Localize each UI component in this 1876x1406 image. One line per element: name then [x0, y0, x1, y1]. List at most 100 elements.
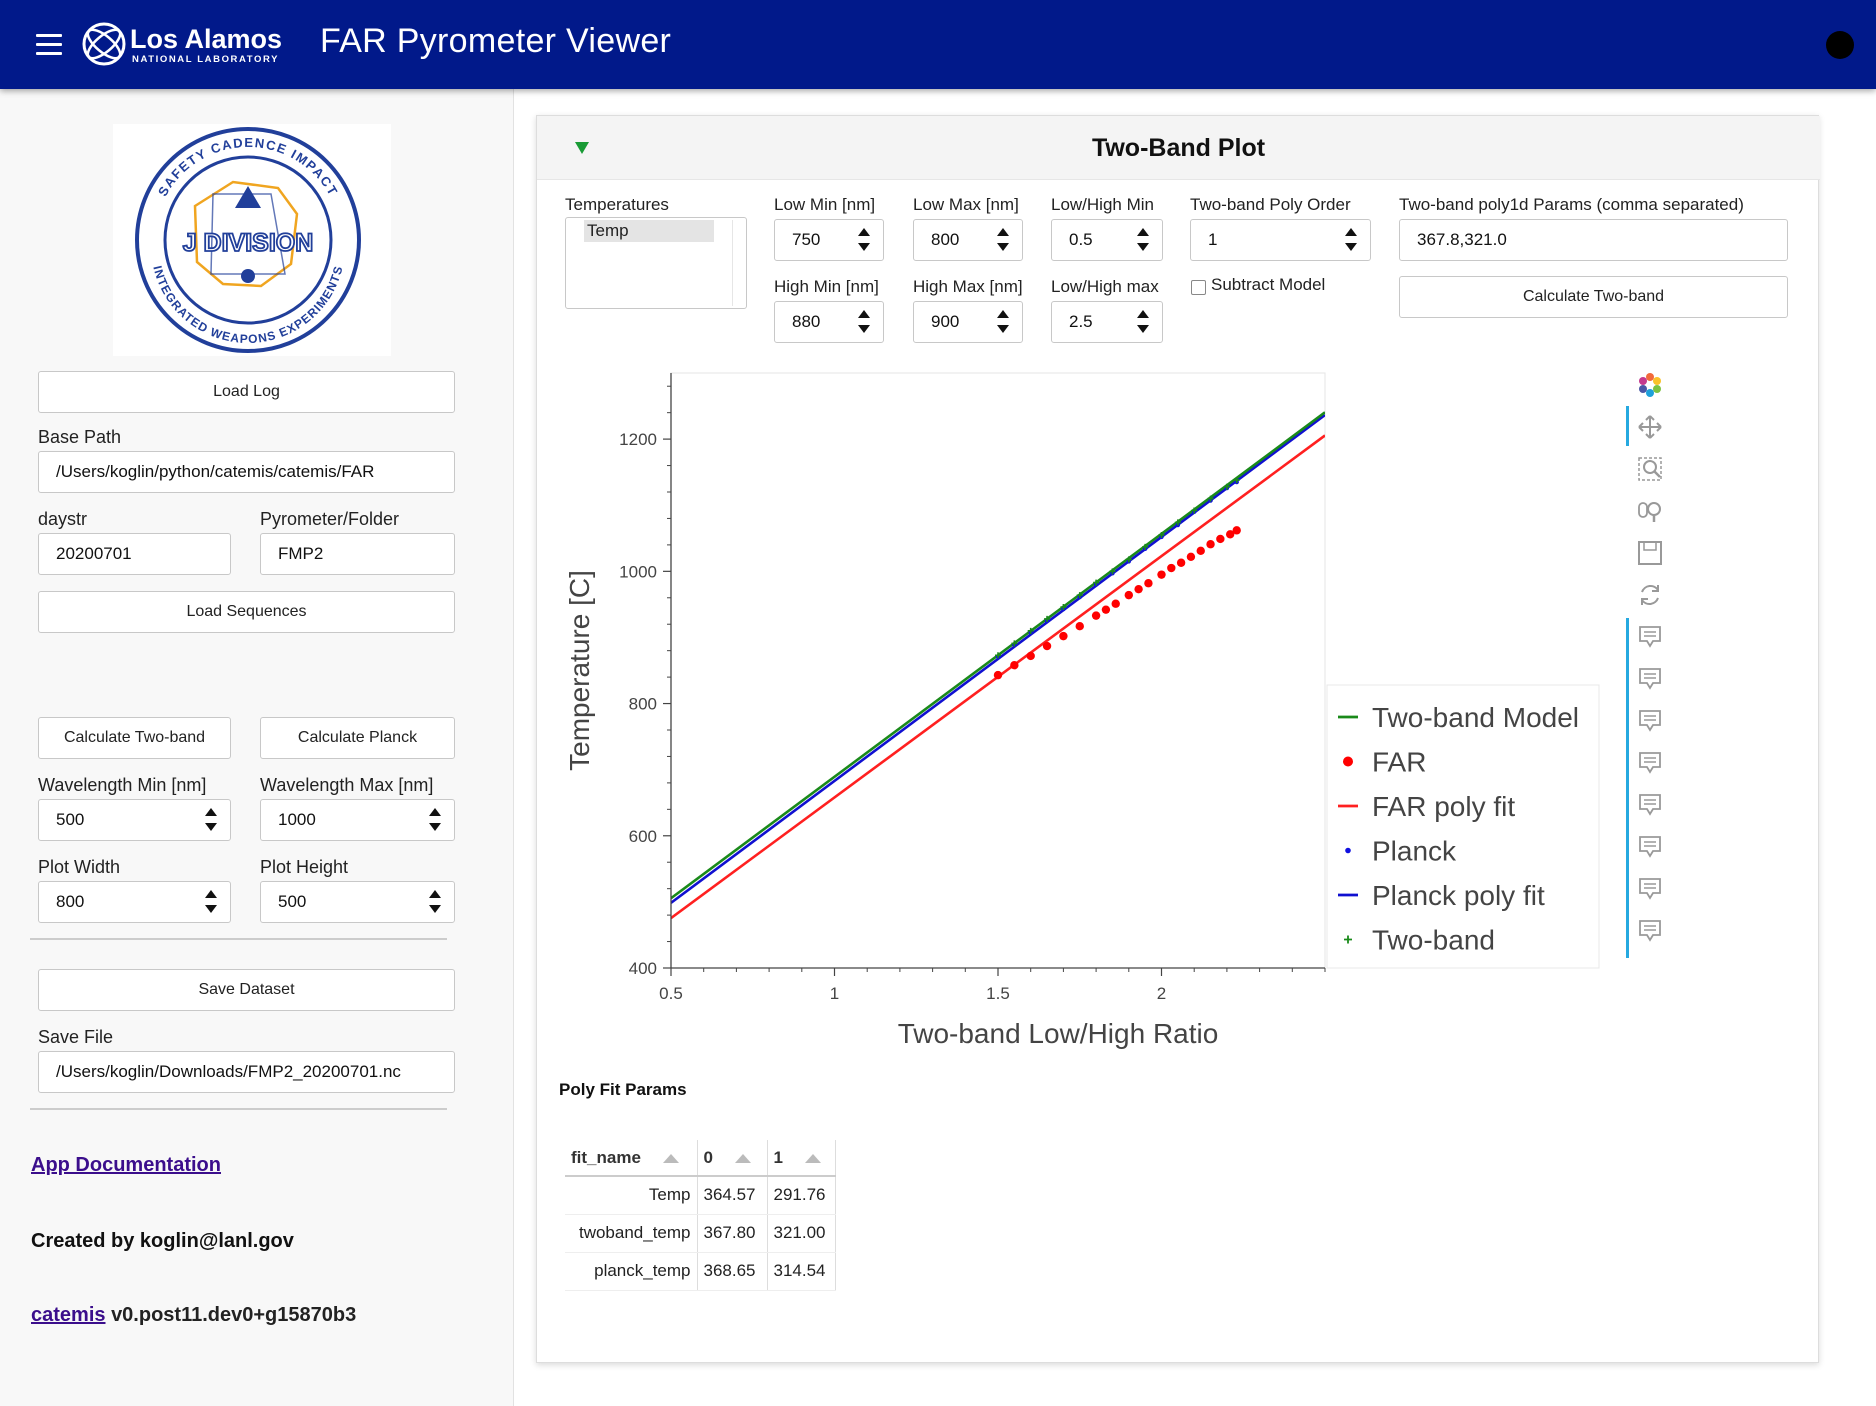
calculate-two-band-button[interactable]: Calculate Two-band [38, 717, 231, 759]
legend-label: Planck [1372, 836, 1457, 867]
load-sequences-button[interactable]: Load Sequences [38, 591, 455, 633]
hover-icon[interactable] [1637, 918, 1663, 944]
data-point-far [1101, 605, 1111, 614]
load-log-button[interactable]: Load Log [38, 371, 455, 413]
wavelength-max-value: 1000 [278, 810, 316, 829]
low-high-min-spinner[interactable]: 0.5 [1051, 219, 1163, 261]
y-tick-label: 800 [629, 695, 657, 714]
los-alamos-logo: Los Alamos NATIONAL LABORATORY [82, 22, 282, 66]
legend-label: FAR poly fit [1372, 791, 1515, 822]
spinner-arrows-icon[interactable] [857, 306, 871, 338]
two-band-chart[interactable]: 400 600 800 1000 1200 0.5 1 1.5 2 Two-band Low/Hi… [555, 360, 1735, 1060]
pyrometer-folder-input[interactable]: FMP2 [260, 533, 455, 575]
low-high-max-spinner[interactable]: 2.5 [1051, 301, 1163, 343]
app-documentation-link[interactable]: App Documentation [31, 1154, 221, 1177]
save-icon[interactable] [1637, 540, 1663, 566]
hover-icon[interactable] [1637, 834, 1663, 860]
column-header-0[interactable]: 0 [697, 1140, 768, 1177]
spinner-arrows-icon[interactable] [1136, 224, 1150, 256]
box-zoom-icon[interactable] [1637, 456, 1663, 482]
data-point-far [1042, 641, 1052, 651]
plot-height-spinner[interactable]: 500 [260, 881, 455, 923]
column-header-label: fit_name [571, 1147, 641, 1167]
spinner-arrows-icon[interactable] [996, 224, 1010, 256]
hover-icon[interactable] [1637, 708, 1663, 734]
temperatures-label: Temperatures [565, 195, 669, 214]
save-file-input[interactable]: /Users/koglin/Downloads/FMP2_20200701.nc [38, 1051, 455, 1093]
sidebar: SAFETY CADENCE IMPACT INTEGRATED WEAPONS… [0, 89, 514, 1406]
pyrometer-folder-label: Pyrometer/Folder [260, 509, 400, 529]
pan-icon[interactable] [1637, 414, 1663, 440]
wavelength-min-spinner[interactable]: 500 [38, 799, 231, 841]
high-min-spinner[interactable]: 880 [774, 301, 884, 343]
low-high-max-label: Low/High max [1051, 277, 1159, 296]
legend-label: Planck poly fit [1372, 880, 1545, 911]
scrollbar[interactable] [732, 220, 744, 306]
temperatures-option[interactable]: Temp [584, 220, 714, 242]
calculate-planck-button[interactable]: Calculate Planck [260, 717, 455, 759]
spinner-arrows-icon[interactable] [996, 306, 1010, 338]
data-point-far [1134, 584, 1143, 594]
spinner-arrows-icon[interactable] [428, 804, 442, 836]
plot-width-value: 800 [56, 892, 85, 911]
wavelength-min-value: 500 [56, 810, 85, 829]
hover-icon[interactable] [1637, 750, 1663, 776]
spinner-arrows-icon[interactable] [428, 886, 442, 918]
active-tool-indicator [1626, 618, 1629, 958]
busy-indicator [1826, 31, 1854, 59]
column-header-1[interactable]: 1 [767, 1140, 836, 1177]
data-point-far [1206, 540, 1215, 549]
daystr-input[interactable]: 20200701 [38, 533, 231, 575]
base-path-input[interactable]: /Users/koglin/python/catemis/catemis/FAR [38, 451, 455, 493]
legend-swatch-planck [1345, 847, 1351, 854]
sort-arrow-icon[interactable] [804, 1153, 821, 1163]
spinner-arrows-icon[interactable] [204, 886, 218, 918]
plot-width-spinner[interactable]: 800 [38, 881, 231, 923]
low-max-spinner[interactable]: 800 [913, 219, 1023, 261]
poly-fit-table: fit_name 0 1 Temp 364.57 291.76 twoband_… [565, 1140, 836, 1291]
poly-order-label: Two-band Poly Order [1190, 195, 1351, 214]
app-title: FAR Pyrometer Viewer [320, 22, 672, 60]
x-tick-label: 1.5 [986, 984, 1010, 1003]
spinner-arrows-icon[interactable] [857, 224, 871, 256]
catemis-link[interactable]: catemis [31, 1304, 106, 1326]
spinner-arrows-icon[interactable] [1344, 224, 1358, 256]
data-point-far [1075, 622, 1084, 631]
bokeh-logo-icon[interactable] [1637, 372, 1663, 398]
base-path-label: Base Path [38, 427, 122, 447]
y-tick-label: 1000 [619, 562, 657, 581]
hover-icon[interactable] [1637, 876, 1663, 902]
wavelength-max-spinner[interactable]: 1000 [260, 799, 455, 841]
subtract-model-label: Subtract Model [1211, 275, 1326, 294]
calculate-two-band-panel-button[interactable]: Calculate Two-band [1399, 276, 1788, 318]
card-header: Two-Band Plot [537, 116, 1820, 180]
temperatures-multiselect[interactable]: Temp [565, 217, 747, 309]
reset-icon[interactable] [1637, 582, 1663, 608]
high-min-label: High Min [nm] [774, 277, 879, 296]
spinner-arrows-icon[interactable] [1136, 306, 1150, 338]
sort-arrow-icon[interactable] [662, 1153, 679, 1163]
svg-text:J DIVISION: J DIVISION [183, 229, 314, 257]
table-cell: 364.57 [697, 1176, 768, 1215]
subtract-model-checkbox[interactable] [1191, 280, 1206, 295]
wheel-zoom-icon[interactable] [1637, 498, 1663, 524]
low-min-spinner[interactable]: 750 [774, 219, 884, 261]
poly-order-spinner[interactable]: 1 [1190, 219, 1371, 261]
sort-arrow-icon[interactable] [734, 1153, 751, 1163]
column-header-fit-name[interactable]: fit_name [565, 1140, 698, 1177]
poly-params-input[interactable]: 367.8,321.0 [1399, 219, 1788, 261]
high-max-spinner[interactable]: 900 [913, 301, 1023, 343]
data-point-far [1232, 526, 1241, 535]
version-line: catemis v0.post11.dev0+g15870b3 [31, 1304, 356, 1327]
spinner-arrows-icon[interactable] [204, 804, 218, 836]
hover-icon[interactable] [1637, 624, 1663, 650]
hamburger-menu-icon[interactable] [36, 34, 62, 56]
poly-order-value: 1 [1208, 230, 1218, 249]
hover-icon[interactable] [1637, 666, 1663, 692]
hover-icon[interactable] [1637, 792, 1663, 818]
wavelength-min-label: Wavelength Min [nm] [38, 775, 207, 795]
y-tick-label: 400 [629, 959, 657, 978]
save-dataset-button[interactable]: Save Dataset [38, 969, 455, 1011]
data-point-far [1111, 599, 1120, 608]
table-cell: 291.76 [767, 1176, 836, 1215]
